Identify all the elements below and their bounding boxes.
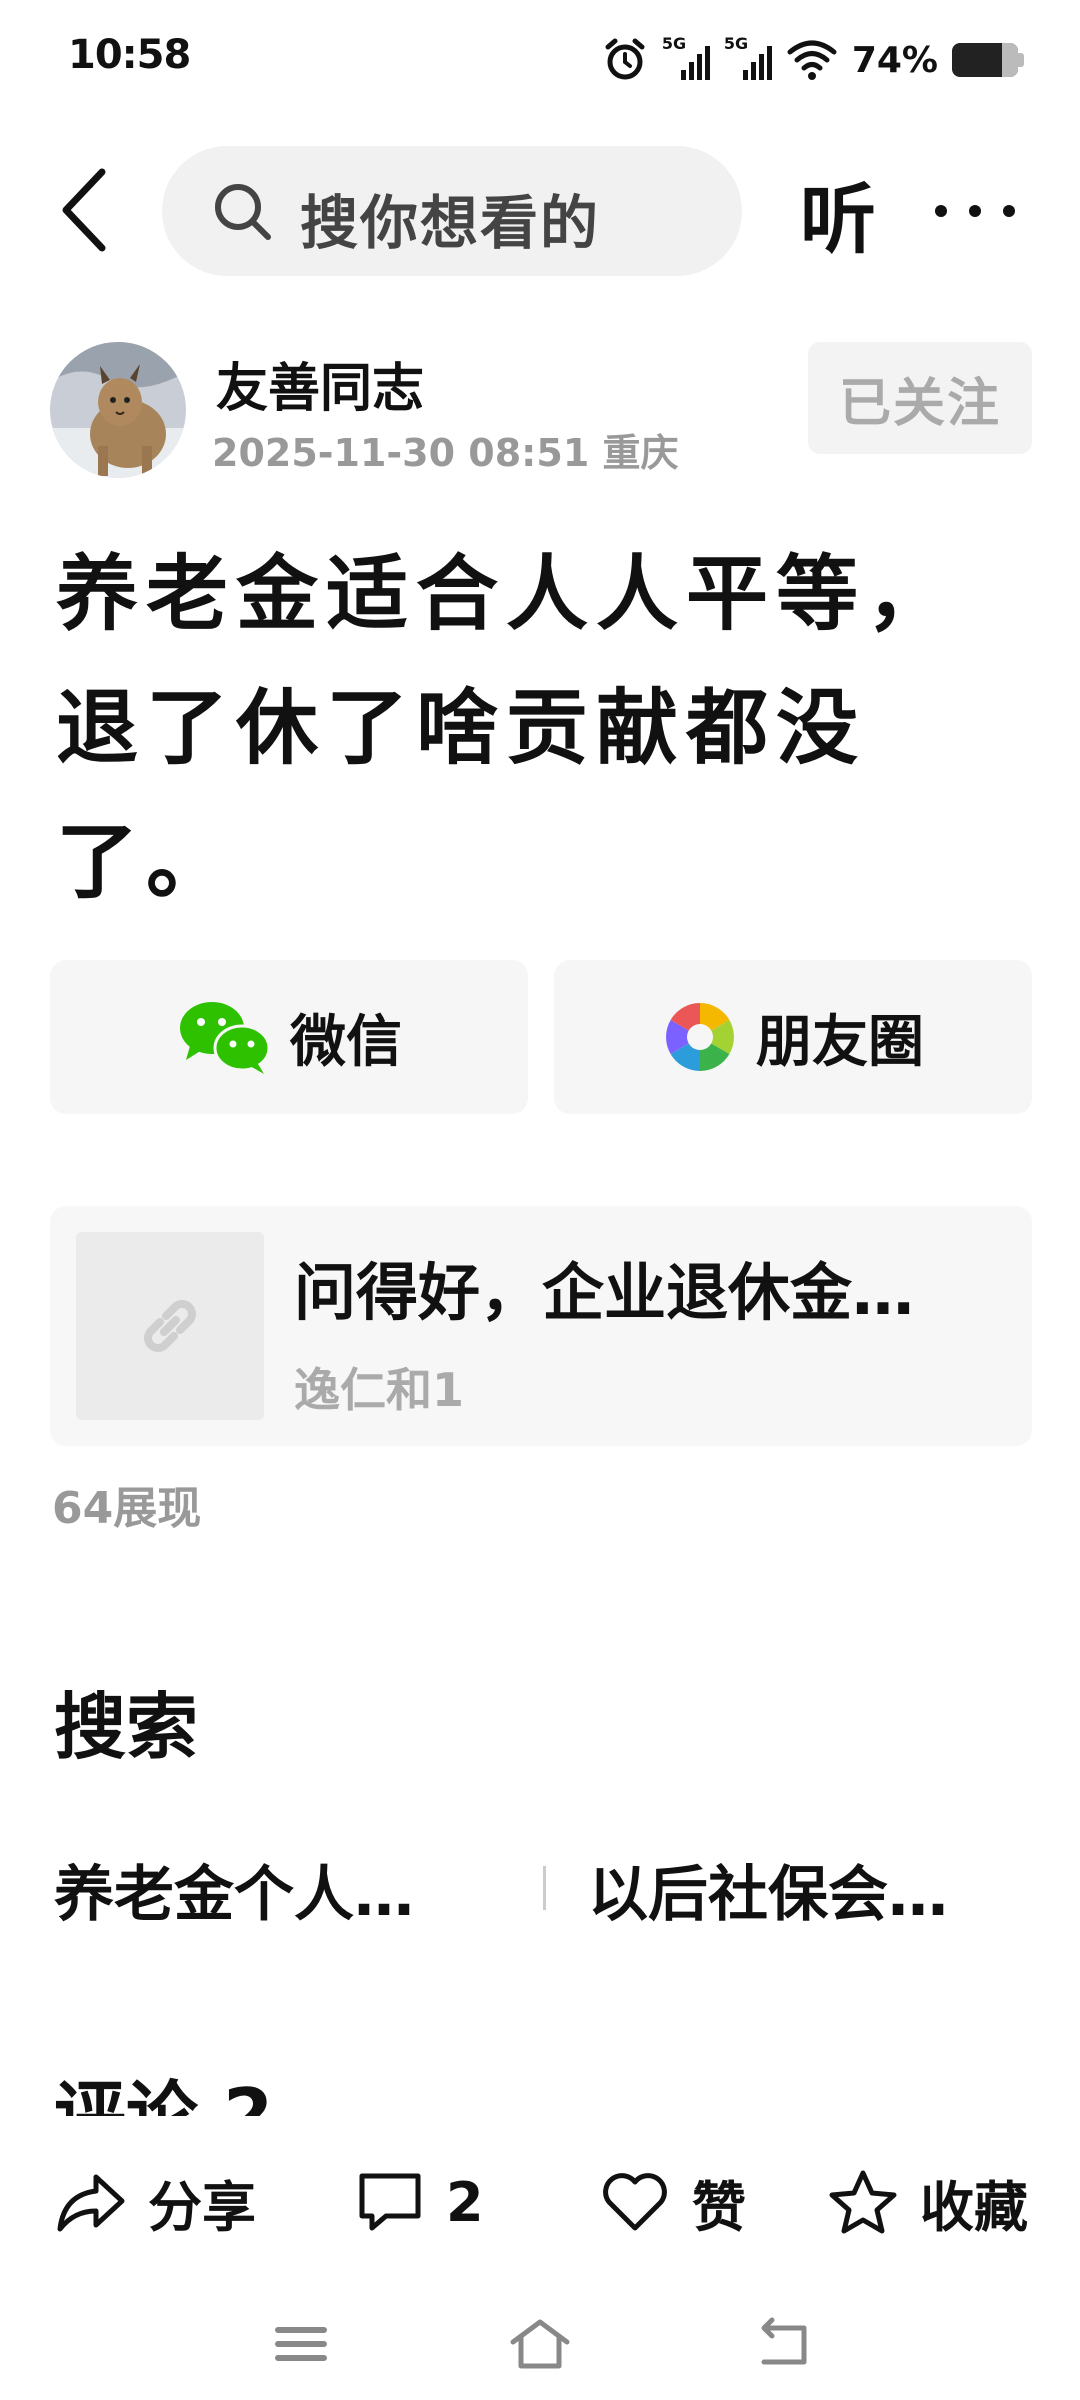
action-bar: 分享 2 赞 收藏: [0, 2118, 1080, 2284]
share-wechat-label: 微信: [290, 1009, 402, 1075]
dot-icon: [969, 205, 981, 217]
back-arrow-icon: [761, 2317, 807, 2365]
link-card[interactable]: 问得好，企业退休金… 逸仁和1: [50, 1206, 1032, 1446]
comments-section-title: 评论 2: [54, 2073, 274, 2116]
link-thumbnail: [76, 1232, 264, 1420]
chevron-left-icon: [62, 168, 106, 252]
suggestion-divider: [543, 1866, 546, 1910]
recent-apps-button[interactable]: [266, 2314, 336, 2374]
post-meta: 2025-11-30 08:51 重庆: [212, 431, 679, 475]
more-options-button[interactable]: [935, 196, 1025, 226]
link-title: 问得好，企业退休金…: [294, 1256, 915, 1329]
menu-icon: [275, 2327, 327, 2361]
listen-button[interactable]: 听: [800, 158, 876, 268]
status-icons: 5G 5G 74%: [602, 30, 1024, 90]
comment-count: 2: [446, 2170, 484, 2234]
search-bar[interactable]: 搜你想看的: [162, 146, 742, 276]
post-text: 养老金适合人人平等，退了休了啥贡献都没了。: [56, 547, 957, 910]
link-icon: [144, 1300, 196, 1352]
link-source: 逸仁和1: [294, 1363, 465, 1417]
share-action-label: 分享: [148, 2175, 256, 2239]
status-bar: 10:58 5G 5G 74%: [0, 0, 1080, 120]
system-nav-bar: [0, 2284, 1080, 2400]
like-action-button[interactable]: 赞: [600, 2164, 746, 2240]
search-section-title: 搜索: [54, 1685, 199, 1769]
dot-icon: [1003, 205, 1015, 217]
comment-action-button[interactable]: 2: [356, 2164, 484, 2240]
alarm-icon: [605, 38, 645, 80]
follow-button[interactable]: 已关注: [808, 342, 1032, 454]
share-wechat-button[interactable]: 微信: [50, 960, 528, 1114]
wifi-icon: [787, 40, 837, 80]
battery-percent: 74%: [851, 39, 938, 81]
favorite-label: 收藏: [920, 2175, 1028, 2239]
view-count: 64展现: [52, 1483, 202, 1534]
heart-icon: [603, 2173, 667, 2231]
search-icon: [215, 184, 271, 240]
star-icon: [829, 2170, 897, 2234]
share-arrow-icon: [57, 2174, 125, 2232]
share-moments-button[interactable]: 朋友圈: [554, 960, 1032, 1114]
signal-2-icon: 5G: [724, 34, 772, 84]
dot-icon: [935, 205, 947, 217]
author-avatar[interactable]: [50, 342, 186, 478]
comment-icon: [359, 2173, 421, 2231]
like-label: 赞: [692, 2175, 746, 2239]
system-back-button[interactable]: [750, 2314, 820, 2374]
search-placeholder: 搜你想看的: [300, 189, 601, 257]
home-button[interactable]: [505, 2314, 575, 2374]
author-name[interactable]: 友善同志: [216, 346, 424, 421]
search-suggestion[interactable]: 以后社保会…: [588, 1846, 948, 1933]
signal-1-icon: 5G: [662, 34, 710, 84]
back-button[interactable]: [52, 160, 122, 260]
share-action-button[interactable]: 分享: [54, 2164, 256, 2240]
wechat-icon: [180, 1002, 271, 1074]
home-icon: [510, 2319, 570, 2369]
lynx-avatar-image: [50, 342, 186, 478]
battery-icon: [952, 43, 1024, 77]
moments-icon: [666, 1003, 734, 1071]
search-suggestion[interactable]: 养老金个人…: [54, 1846, 414, 1933]
status-time: 10:58: [68, 32, 191, 78]
favorite-action-button[interactable]: 收藏: [828, 2164, 1028, 2240]
share-moments-label: 朋友圈: [756, 1009, 924, 1075]
